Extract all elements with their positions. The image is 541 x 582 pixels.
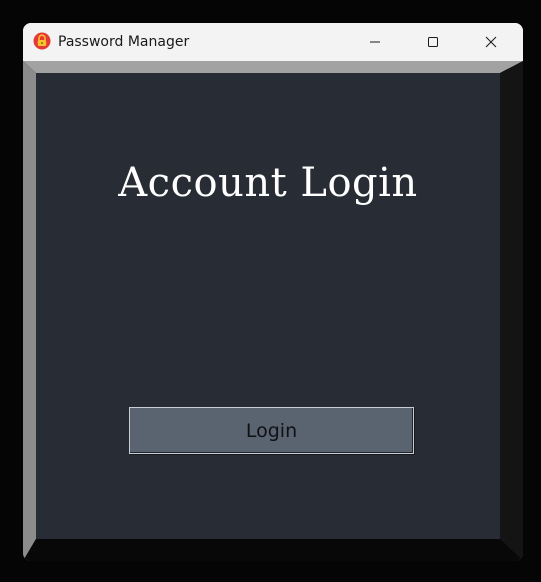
- login-button[interactable]: Login: [129, 407, 414, 454]
- window-title: Password Manager: [58, 34, 190, 50]
- title-bar[interactable]: Password Manager: [23, 23, 523, 61]
- close-icon: [485, 36, 497, 48]
- page-title: Account Login: [118, 160, 418, 206]
- client-area: Account Login Login: [23, 61, 523, 561]
- maximize-button[interactable]: [410, 23, 456, 61]
- maximize-icon: [428, 37, 438, 47]
- app-window: Password Manager Account Login Login: [23, 23, 523, 561]
- minimize-icon: [370, 41, 380, 43]
- minimize-button[interactable]: [352, 23, 398, 61]
- padlock-icon: [33, 32, 51, 50]
- login-panel: Account Login Login: [36, 73, 500, 539]
- close-button[interactable]: [468, 23, 514, 61]
